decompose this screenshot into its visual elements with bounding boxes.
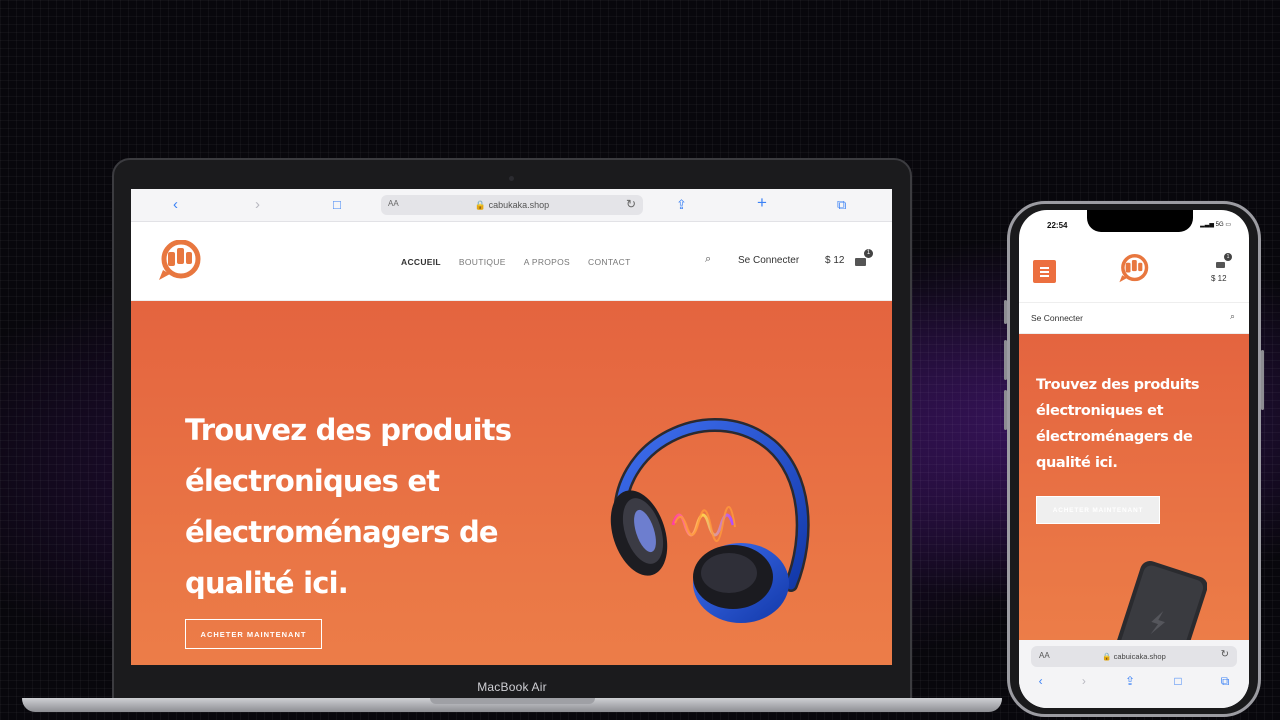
site-header: ACCUEIL BOUTIQUE A PROPOS CONTACT ⌕ Se C… [131, 222, 892, 301]
phone-volume-button [1004, 390, 1007, 430]
nav-item-contact[interactable]: CONTACT [588, 257, 631, 267]
login-link[interactable]: Se Connecter [738, 255, 799, 266]
url-text: 🔒 cabuicaka.shop [1102, 652, 1166, 661]
share-icon[interactable]: ⇪ [1125, 674, 1135, 689]
cart-icon[interactable]: 1 [1216, 253, 1232, 268]
phone-volume-button [1004, 300, 1007, 324]
phone-hero-section: Trouvez des produits électroniques et él… [1019, 334, 1249, 640]
bookmarks-icon[interactable]: □ [1174, 674, 1181, 689]
nav-item-a-propos[interactable]: A PROPOS [524, 257, 570, 267]
cart-icon[interactable]: 1 [855, 249, 873, 266]
reload-icon[interactable]: ↻ [1221, 649, 1229, 660]
phone-screen: 22:54 ▂▃▅ 5G ▭ 1 $ 12 Se Connecter ⌕ Tro… [1019, 210, 1249, 708]
phone-login-bar: Se Connecter ⌕ [1019, 302, 1249, 334]
phone-browser-bar: AA 🔒 cabuicaka.shop ↻ ‹ › ⇪ □ ⧉ [1019, 640, 1249, 708]
laptop-camera [509, 176, 514, 181]
search-icon[interactable]: ⌕ [705, 253, 711, 266]
brand-logo-icon[interactable] [1118, 254, 1150, 284]
status-icons: ▂▃▅ 5G ▭ [1200, 222, 1231, 228]
login-link[interactable]: Se Connecter [1031, 313, 1083, 323]
nav-item-boutique[interactable]: BOUTIQUE [459, 257, 506, 267]
device-label: MacBook Air [477, 680, 547, 694]
bookmarks-icon[interactable]: □ [333, 196, 341, 214]
forward-icon[interactable]: › [255, 196, 260, 214]
cart-total: $ 12 [825, 255, 845, 266]
phone-site-header: 1 $ 12 [1019, 246, 1249, 302]
brand-logo-icon[interactable] [157, 240, 203, 282]
forward-icon[interactable]: › [1082, 674, 1086, 689]
main-nav: ACCUEIL BOUTIQUE A PROPOS CONTACT [401, 257, 631, 267]
phone-browser-toolbar: ‹ › ⇪ □ ⧉ [1019, 674, 1249, 689]
laptop-chin: MacBook Air [114, 676, 910, 698]
hamburger-menu-icon[interactable] [1033, 260, 1056, 283]
url-text: 🔒 cabukaka.shop [474, 200, 550, 210]
laptop-screen: ‹ › □ AA 🔒 cabukaka.shop ↻ ⇪ + ⧉ ACCUEIL… [131, 189, 892, 665]
tabs-icon[interactable]: ⧉ [1221, 674, 1230, 689]
hero-section: Trouvez des produits électroniques et él… [131, 301, 892, 665]
power-bank-image [1112, 560, 1207, 640]
share-icon[interactable]: ⇪ [676, 196, 687, 214]
cart-total: $ 12 [1211, 274, 1227, 283]
back-icon[interactable]: ‹ [173, 196, 178, 214]
phone-volume-button [1004, 340, 1007, 380]
reload-icon[interactable]: ↻ [626, 197, 636, 211]
hero-title: Trouvez des produits électroniques et él… [185, 413, 512, 600]
laptop-browser-bar: ‹ › □ AA 🔒 cabukaka.shop ↻ ⇪ + ⧉ [131, 189, 892, 222]
nav-item-accueil[interactable]: ACCUEIL [401, 257, 441, 267]
laptop-hinge-notch [430, 698, 595, 704]
address-bar[interactable]: AA 🔒 cabuicaka.shop ↻ [1031, 646, 1237, 667]
shop-now-button[interactable]: ACHETER MAINTENANT [185, 619, 322, 649]
hero-title: Trouvez des produits électroniques et él… [1036, 377, 1200, 471]
shop-now-button[interactable]: ACHETER MAINTENANT [1036, 496, 1160, 524]
back-icon[interactable]: ‹ [1039, 674, 1043, 689]
search-icon[interactable]: ⌕ [1230, 311, 1235, 322]
headphones-image [610, 418, 810, 623]
phone-power-button [1261, 350, 1264, 410]
cart-count-badge: 1 [1224, 253, 1232, 261]
tabs-icon[interactable]: ⧉ [837, 196, 846, 214]
phone-notch [1087, 210, 1193, 232]
status-time: 22:54 [1047, 221, 1068, 230]
cart-count-badge: 1 [864, 249, 873, 258]
address-bar[interactable]: AA 🔒 cabukaka.shop ↻ [381, 195, 643, 215]
new-tab-icon[interactable]: + [757, 194, 767, 212]
